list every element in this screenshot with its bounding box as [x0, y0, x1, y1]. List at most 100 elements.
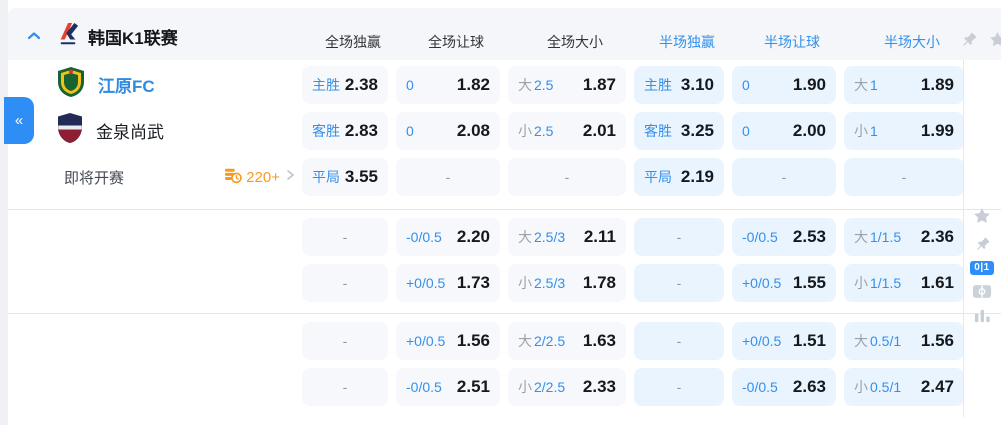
- odds-cell[interactable]: 大 0.5/1 1.56: [844, 322, 964, 360]
- odds-cell[interactable]: 小 0.5/1 2.47: [844, 368, 964, 406]
- odds-cell[interactable]: 小 2.5 2.01: [508, 112, 626, 150]
- column-header-full-win[interactable]: 全场独赢: [310, 16, 396, 68]
- odds-value: 2.47: [920, 377, 954, 396]
- odds-cell[interactable]: -0/0.5 2.20: [396, 218, 500, 256]
- odds-cell-empty[interactable]: -: [634, 368, 724, 406]
- bet-line-label: 客胜: [312, 123, 340, 139]
- odds-cell-empty[interactable]: -: [302, 264, 388, 302]
- score-badge[interactable]: 0|1: [970, 261, 994, 275]
- bet-line-label: -0/0.5: [742, 379, 778, 395]
- column-header-full-overunder[interactable]: 全场大小: [516, 16, 634, 68]
- column-header-full-handicap[interactable]: 全场让球: [404, 16, 508, 68]
- odds-value: -: [676, 229, 682, 245]
- odds-cell[interactable]: +0/0.5 1.55: [732, 264, 836, 302]
- bet-line-label: +0/0.5: [742, 275, 782, 291]
- star-icon[interactable]: [972, 206, 992, 226]
- pin-icon[interactable]: [960, 30, 978, 49]
- match-status: 即将开赛: [64, 169, 125, 187]
- odds-cell-empty[interactable]: -: [396, 158, 500, 196]
- away-team-name: 金泉尚武: [96, 122, 164, 142]
- odds-column-headers: 全场独赢 全场让球 全场大小 半场独赢 半场让球 半场大小: [310, 16, 972, 68]
- odds-cell[interactable]: 大 1 1.89: [844, 66, 964, 104]
- chevron-right-icon: [284, 168, 296, 186]
- odds-value: 1.82: [456, 75, 490, 94]
- over-under-prefix: 大: [854, 229, 868, 245]
- column-header-half-win[interactable]: 半场独赢: [642, 16, 732, 68]
- odds-value: -: [676, 379, 682, 395]
- odds-cell[interactable]: 客胜 2.83: [302, 112, 388, 150]
- odds-value: 3.25: [680, 121, 714, 140]
- odds-value: 1.73: [456, 273, 490, 292]
- over-under-prefix: 大: [518, 77, 532, 93]
- bet-line-label: 平局: [644, 169, 672, 185]
- odds-cell-empty[interactable]: -: [302, 368, 388, 406]
- away-team-row[interactable]: 金泉尚武: [56, 111, 164, 149]
- odds-value: -: [676, 275, 682, 291]
- odds-cell[interactable]: 大 2/2.5 1.63: [508, 322, 626, 360]
- odds-cell[interactable]: 主胜 2.38: [302, 66, 388, 104]
- odds-cell[interactable]: 客胜 3.25: [634, 112, 724, 150]
- odds-cell-empty[interactable]: -: [732, 158, 836, 196]
- odds-cell[interactable]: 大 2.5/3 2.11: [508, 218, 626, 256]
- odds-cell-empty[interactable]: -: [508, 158, 626, 196]
- odds-cell-empty[interactable]: -: [634, 218, 724, 256]
- bet-line-label: 2.5/3: [534, 229, 566, 245]
- bet-line-label: -0/0.5: [742, 229, 778, 245]
- odds-cell[interactable]: +0/0.5 1.51: [732, 322, 836, 360]
- odds-row-alt-4: - -0/0.5 2.51 小 2/2.5 2.33 - -0/0.5 2.63 小 0.…: [302, 368, 964, 406]
- odds-cell[interactable]: 0 1.90: [732, 66, 836, 104]
- odds-cell-empty[interactable]: -: [302, 218, 388, 256]
- bet-line-label: +0/0.5: [406, 333, 446, 349]
- odds-value: 2.53: [792, 227, 826, 246]
- odds-cell-empty[interactable]: -: [634, 322, 724, 360]
- collapse-side-tab[interactable]: «: [4, 97, 34, 144]
- odds-cell[interactable]: -0/0.5 2.63: [732, 368, 836, 406]
- rail-divider: [963, 60, 964, 417]
- bet-line-label: 1: [870, 123, 878, 139]
- column-header-half-handicap[interactable]: 半场让球: [740, 16, 844, 68]
- odds-cell[interactable]: +0/0.5 1.56: [396, 322, 500, 360]
- odds-value: -: [342, 275, 348, 291]
- odds-cell[interactable]: +0/0.5 1.73: [396, 264, 500, 302]
- odds-value: 1.90: [792, 75, 826, 94]
- home-team-row[interactable]: 江原FC: [56, 65, 155, 103]
- odds-value: 1.56: [456, 331, 490, 350]
- odds-cell[interactable]: -0/0.5 2.51: [396, 368, 500, 406]
- pin-icon[interactable]: [974, 235, 991, 252]
- odds-cell[interactable]: 小 1/1.5 1.61: [844, 264, 964, 302]
- odds-value: 2.33: [582, 377, 616, 396]
- collapse-button[interactable]: [22, 26, 46, 50]
- odds-cell-empty[interactable]: -: [844, 158, 964, 196]
- double-chevron-left-icon: «: [14, 112, 24, 129]
- bet-line-label: 2.5/3: [534, 275, 566, 291]
- odds-cell[interactable]: 0 2.08: [396, 112, 500, 150]
- more-markets-link[interactable]: 220+: [224, 166, 296, 189]
- odds-cell[interactable]: 小 2/2.5 2.33: [508, 368, 626, 406]
- odds-value: 2.63: [792, 377, 826, 396]
- odds-cell-empty[interactable]: -: [302, 322, 388, 360]
- bet-line-label: 主胜: [644, 77, 672, 93]
- odds-row-alt-1: - -0/0.5 2.20 大 2.5/3 2.11 - -0/0.5 2.53 大 1/…: [302, 218, 964, 256]
- odds-value: -: [342, 333, 348, 349]
- odds-row-draw: 平局 3.55 - - 平局 2.19 - -: [302, 158, 964, 196]
- star-icon[interactable]: [988, 30, 1001, 49]
- odds-value: 2.01: [582, 121, 616, 140]
- odds-value: 2.08: [456, 121, 490, 140]
- odds-cell[interactable]: 小 2.5/3 1.78: [508, 264, 626, 302]
- odds-cell[interactable]: 主胜 3.10: [634, 66, 724, 104]
- odds-value: -: [676, 333, 682, 349]
- odds-cell[interactable]: 0 2.00: [732, 112, 836, 150]
- odds-row-away: 客胜 2.83 0 2.08 小 2.5 2.01 客胜 3.25 0 2.00 小 1 1.9…: [302, 112, 964, 150]
- odds-cell[interactable]: 平局 2.19: [634, 158, 724, 196]
- odds-cell[interactable]: 平局 3.55: [302, 158, 388, 196]
- column-header-half-overunder[interactable]: 半场大小: [852, 16, 972, 68]
- odds-cell[interactable]: 小 1 1.99: [844, 112, 964, 150]
- odds-cell[interactable]: 大 1/1.5 2.36: [844, 218, 964, 256]
- odds-cell[interactable]: 0 1.82: [396, 66, 500, 104]
- odds-cell[interactable]: 大 2.5 1.87: [508, 66, 626, 104]
- odds-cell[interactable]: -0/0.5 2.53: [732, 218, 836, 256]
- odds-cell-empty[interactable]: -: [634, 264, 724, 302]
- stats-bars-icon[interactable]: [974, 308, 991, 323]
- pitch-icon[interactable]: [972, 284, 992, 299]
- over-under-prefix: 大: [518, 333, 532, 349]
